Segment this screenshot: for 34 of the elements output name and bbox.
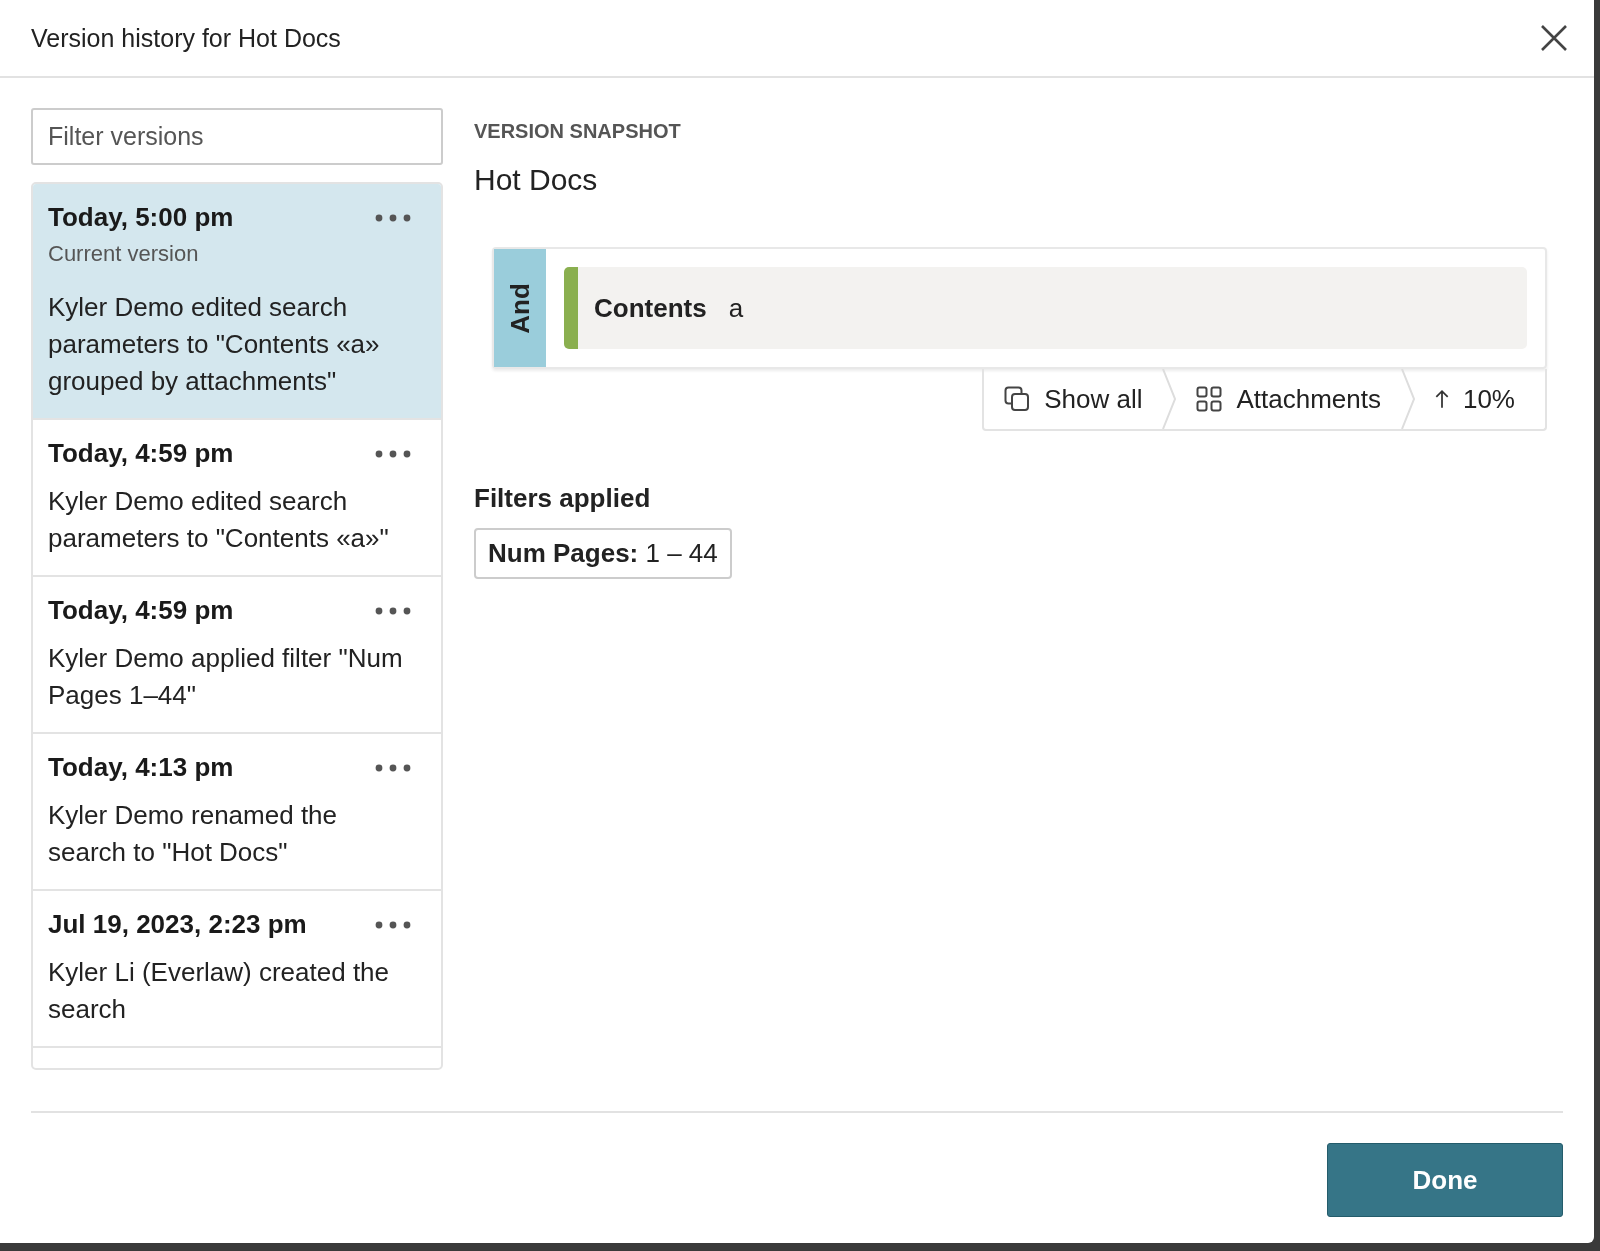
section-label: VERSION SNAPSHOT [474,120,681,143]
version-description: Kyler Demo applied filter "Num Pages 1–44" [48,642,404,712]
term-field: Contents [594,292,707,324]
version-description: Kyler Demo edited search parameters to "Contents «a» grouped by attachments" [48,291,381,398]
option-button[interactable]: 10% [1462,383,1515,415]
version-date: Today, 4:59 pm [48,438,234,469]
copy-icon [1004,386,1031,412]
option-button[interactable]: Attachments [1236,383,1381,415]
more-icon[interactable] [375,449,411,458]
more-icon[interactable] [375,213,411,222]
version-date: Today, 4:13 pm [48,752,234,783]
version-date: Today, 5:00 pm [48,202,234,233]
version-description: Kyler Demo edited search parameters to "Contents «a»" [48,485,390,555]
snapshot-title: Hot Docs [474,163,598,197]
version-subtitle: Current version [48,241,200,267]
term-value: a [728,292,744,324]
filter-field[interactable]: Filter versions [31,108,443,165]
grid-icon [1196,386,1223,412]
version-date: Jul 19, 2023, 2:23 pm [48,909,307,940]
version-date: Today, 4:59 pm [48,595,234,626]
close-icon[interactable] [1540,24,1568,52]
more-icon[interactable] [375,763,411,772]
filters-heading: Filters applied [474,483,651,514]
version-description: Kyler Demo renamed the search to "Hot Docs" [48,799,339,869]
version-description: Kyler Li (Everlaw) created the search [48,956,391,1026]
up-arrow-icon [1434,389,1449,409]
operator-label: And [504,282,536,334]
version-item[interactable]: Today, 5:00 pm Current version Kyler Demo edited search parameters to "Contents «a» grouped by attachments" [33,184,441,420]
more-icon[interactable] [375,606,411,615]
more-icon[interactable] [375,920,411,929]
option-button[interactable]: Show all [1044,383,1143,415]
filter-chip[interactable]: Num Pages: 1 – 44 [474,528,732,579]
dialog-title: Version history for Hot Docs [31,23,341,53]
done-button[interactable]: Done [1327,1143,1563,1217]
